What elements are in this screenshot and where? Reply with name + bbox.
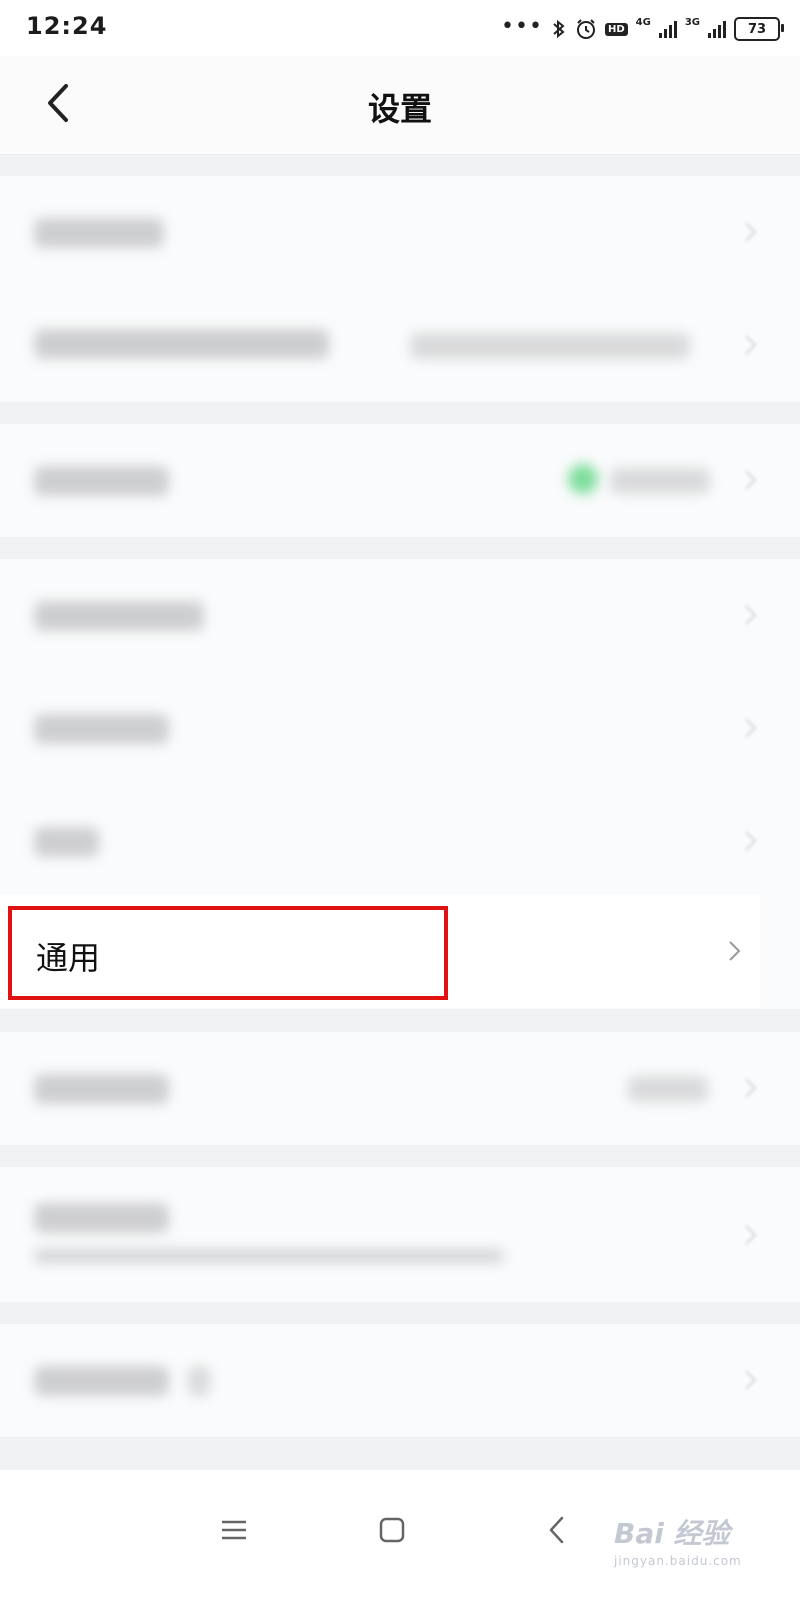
status-time: 12:24 [26,12,108,40]
general-label: 通用 [36,939,101,977]
settings-row-9[interactable] [0,1167,800,1302]
settings-row-3[interactable] [0,424,800,537]
status-dot-icon [568,464,598,494]
settings-row-6[interactable] [0,785,800,898]
settings-row-1[interactable] [0,176,800,289]
blurred-label [34,218,164,248]
settings-group-1 [0,176,800,402]
page-title: 设置 [367,90,432,128]
chevron-right-icon [745,222,757,242]
settings-group-2 [0,424,800,537]
nav-back-icon[interactable] [538,1510,578,1550]
blurred-label [34,329,329,359]
blurred-value [628,1076,708,1102]
blurred-value [610,468,710,494]
blurred-label [34,1203,169,1233]
blurred-label [34,1366,169,1396]
status-bar: 12:24 ••• HD 4G 3G 73 [0,0,800,56]
bluetooth-icon [551,18,567,40]
chevron-right-icon [745,470,757,490]
settings-row-2[interactable] [0,289,800,402]
home-icon[interactable] [372,1510,412,1550]
network-4g-label: 4G [635,16,651,28]
blurred-value [410,333,690,359]
settings-row-5[interactable] [0,672,800,785]
signal-4g-icon [658,20,677,38]
chevron-right-icon [745,605,757,625]
watermark-brand: Bai 经验 [614,1517,730,1550]
status-icons: ••• HD 4G 3G 73 [501,13,784,44]
settings-row-general[interactable]: 通用 [0,895,760,1008]
blurred-label [34,827,99,857]
blurred-badge [188,1366,210,1396]
chevron-right-icon [745,1078,757,1098]
watermark-url: jingyan.baidu.com [614,1554,742,1568]
system-nav-bar: Bai 经验 jingyan.baidu.com [0,1470,800,1600]
hd-icon: HD [604,22,628,36]
nav-bar: 设置 [0,56,800,155]
chevron-right-icon [745,1370,757,1390]
battery-icon: 73 [734,17,784,41]
blurred-description [34,1249,504,1263]
chevron-right-icon [745,335,757,355]
chevron-right-icon [745,831,757,851]
baidu-jingyan-watermark: Bai 经验 jingyan.baidu.com [614,1512,764,1578]
chevron-right-icon [745,718,757,738]
more-dots-icon: ••• [501,13,543,39]
settings-group-4 [0,1032,800,1145]
settings-row-8[interactable] [0,1032,800,1145]
settings-group-6 [0,1324,800,1437]
chevron-right-icon [745,1225,757,1245]
blurred-label [34,1074,169,1104]
menu-icon[interactable] [214,1510,254,1550]
alarm-icon [575,18,597,40]
settings-group-5 [0,1167,800,1302]
blurred-label [34,714,169,744]
chevron-right-icon [729,941,741,961]
network-3g-label: 3G [684,16,700,28]
signal-3g-icon [708,20,726,38]
settings-row-10[interactable] [0,1324,800,1437]
blurred-label [34,601,204,631]
settings-row-4[interactable] [0,559,800,672]
blurred-label [34,466,169,496]
